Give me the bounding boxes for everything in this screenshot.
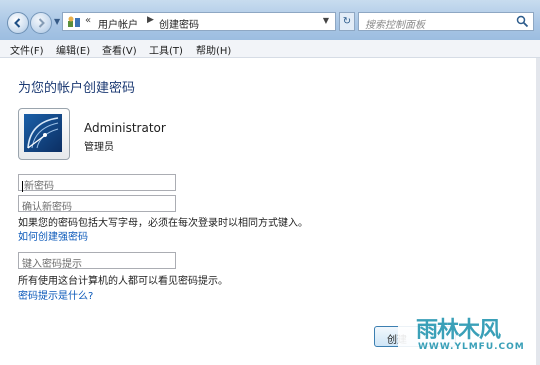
user-picture-icon bbox=[24, 114, 62, 152]
forward-arrow-icon bbox=[38, 18, 45, 28]
menu-file[interactable]: 文件(F) bbox=[10, 42, 44, 57]
refresh-button[interactable]: ↻ bbox=[339, 12, 355, 31]
user-tile bbox=[18, 108, 70, 160]
confirm-password-input[interactable]: 确认新密码 bbox=[18, 195, 176, 213]
user-name: Administrator bbox=[84, 121, 166, 135]
menu-tools[interactable]: 工具(T) bbox=[149, 42, 183, 57]
breadcrumb-create-password[interactable]: 创建密码 bbox=[159, 16, 199, 31]
page-title: 为您的帐户创建密码 bbox=[18, 81, 136, 96]
watermark: 雨林木风 WWW.YLMFU.COM bbox=[398, 298, 538, 360]
menu-view[interactable]: 查看(V) bbox=[102, 42, 137, 57]
watermark-title: 雨林木风 bbox=[416, 318, 501, 343]
window-titlebar: ▼ « 用户帐户 ▶ 创建密码 ▼ ↻ 搜索控制面板 bbox=[0, 0, 540, 40]
forward-button[interactable] bbox=[30, 12, 52, 34]
new-password-placeholder: 新密码 bbox=[24, 181, 54, 192]
breadcrumb-overflow[interactable]: « bbox=[85, 15, 91, 26]
menu-help[interactable]: 帮助(H) bbox=[196, 42, 231, 57]
password-hint-input[interactable]: 键入密码提示 bbox=[18, 252, 176, 270]
search-icon[interactable] bbox=[516, 15, 529, 28]
menu-bar: 文件(F) 编辑(E) 查看(V) 工具(T) 帮助(H) bbox=[0, 40, 540, 58]
case-sensitivity-note: 如果您的密码包括大写字母，必须在每次登录时以相同方式键入。 bbox=[18, 218, 308, 229]
control-panel-icon bbox=[68, 16, 80, 27]
refresh-icon: ↻ bbox=[342, 16, 352, 27]
confirm-password-placeholder: 确认新密码 bbox=[22, 202, 72, 213]
back-arrow-icon bbox=[14, 18, 21, 28]
user-role: 管理员 bbox=[84, 142, 114, 153]
breadcrumb-separator[interactable]: ▶ bbox=[147, 15, 154, 25]
search-input[interactable]: 搜索控制面板 bbox=[365, 16, 425, 31]
back-button[interactable] bbox=[7, 12, 29, 34]
address-dropdown[interactable]: ▼ bbox=[323, 16, 329, 25]
new-password-input[interactable]: 新密码 bbox=[18, 174, 176, 192]
what-is-hint-link[interactable]: 密码提示是什么? bbox=[18, 287, 93, 302]
text-caret bbox=[22, 180, 23, 192]
watermark-url: WWW.YLMFU.COM bbox=[418, 342, 525, 352]
search-box[interactable]: 搜索控制面板 bbox=[358, 12, 534, 31]
strong-password-link[interactable]: 如何创建强密码 bbox=[18, 228, 88, 243]
password-hint-placeholder: 键入密码提示 bbox=[22, 259, 82, 270]
hint-visibility-note: 所有使用这台计算机的人都可以看见密码提示。 bbox=[18, 276, 228, 287]
address-bar[interactable]: « 用户帐户 ▶ 创建密码 ▼ bbox=[62, 12, 336, 31]
breadcrumb-user-accounts[interactable]: 用户帐户 bbox=[98, 16, 138, 31]
recent-pages-dropdown[interactable]: ▼ bbox=[54, 17, 60, 26]
menu-edit[interactable]: 编辑(E) bbox=[56, 42, 90, 57]
